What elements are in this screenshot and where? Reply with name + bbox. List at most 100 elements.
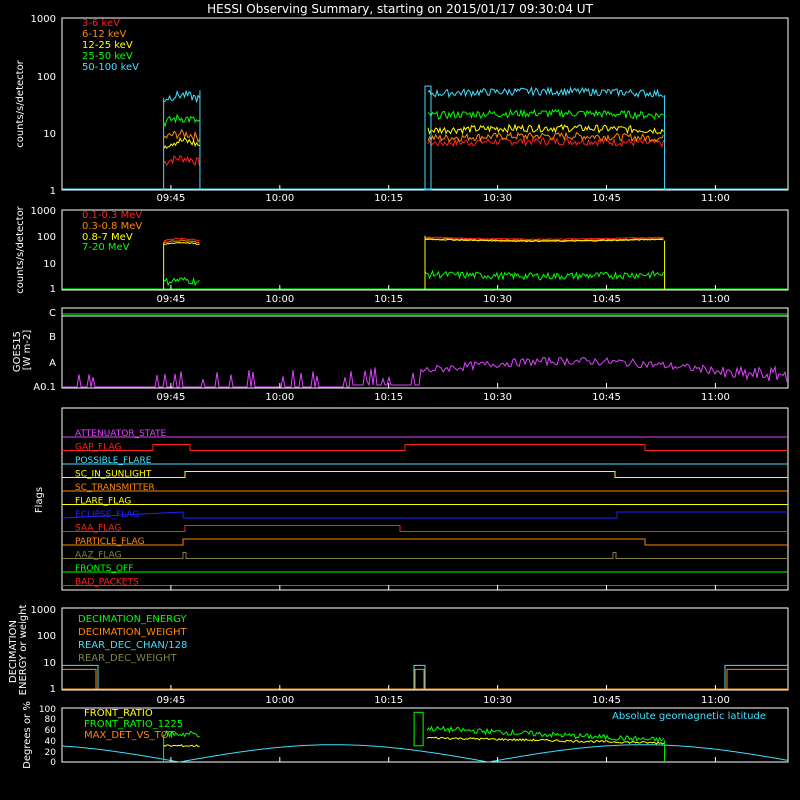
x-tick-label: 10:45 xyxy=(592,193,621,204)
x-tick-label: 10:30 xyxy=(483,294,512,305)
p2-series-3-seg1 xyxy=(163,276,200,287)
p1-xticks: 09:45 10:00 10:15 10:30 10:45 11:00 xyxy=(156,185,730,204)
p5-ylabel-line2: ENERGY or weight xyxy=(18,605,29,696)
p3-ylabel: GOES15 [W m-2] xyxy=(12,328,33,372)
x-tick-label: 10:15 xyxy=(374,193,403,204)
p5-ylabel: DECIMATION ENERGY or weight xyxy=(8,605,29,696)
x-tick-label: 11:00 xyxy=(701,392,730,403)
x-tick-label: 10:15 xyxy=(374,695,403,706)
flag-line-8 xyxy=(62,538,788,546)
p6-ytick-100: 100 xyxy=(39,705,56,715)
p2-ylabel: counts/s/detector xyxy=(15,205,26,293)
p1-ytick-1000: 1000 xyxy=(31,14,56,25)
panel-4-frame xyxy=(61,407,789,591)
p1-series-1-seg1 xyxy=(163,128,201,144)
x-tick-label: 10:00 xyxy=(265,193,294,204)
panel-3: C B A A0.1 GOES15 [W m-2] 09:45 10:00 10:1… xyxy=(12,307,789,403)
p6-legend-0: FRONT_RATIO xyxy=(84,708,153,719)
x-tick-label: 10:15 xyxy=(374,294,403,305)
p3-ytick-a01: A0.1 xyxy=(33,382,56,393)
x-tick-label: 09:45 xyxy=(156,392,185,403)
p1-series-3-seg1 xyxy=(163,113,200,128)
p6-ytick-20: 20 xyxy=(45,748,57,758)
p5-xticks: 09:45 10:00 10:15 10:30 10:45 11:00 xyxy=(156,685,730,706)
p6-ytick-0: 0 xyxy=(50,758,56,768)
p1-legend-3: 25-50 keV xyxy=(82,51,133,62)
p2-ytick-10: 10 xyxy=(43,259,56,270)
p3-ytick-c: C xyxy=(49,308,56,319)
hessi-summary-figure: HESSI Observing Summary, starting on 201… xyxy=(0,0,800,800)
p2-legend-3: 7-20 MeV xyxy=(82,242,130,253)
x-tick-label: 10:00 xyxy=(265,294,294,305)
x-tick-label: 10:45 xyxy=(592,294,621,305)
p5-step-a2 xyxy=(62,668,97,689)
p5-legend-2: REAR_DEC_CHAN/128 xyxy=(78,640,187,651)
p5-ytick-100: 100 xyxy=(37,631,56,642)
p5-legend-3: REAR_DEC_WEIGHT xyxy=(78,653,177,664)
p1-ylabel: counts/s/detector xyxy=(15,59,26,147)
x-tick-label: 10:45 xyxy=(592,392,621,403)
p1-ytick-10: 10 xyxy=(43,129,56,140)
x-tick-label: 10:15 xyxy=(374,392,403,403)
p5-step-c2 xyxy=(726,668,788,689)
p1-ytick-100: 100 xyxy=(37,72,56,83)
p6-xticks xyxy=(170,757,716,762)
p6-legend-1: FRONT_RATIO_1225 xyxy=(84,719,183,730)
flag-line-9 xyxy=(62,552,788,559)
flag-line-6 xyxy=(61,511,788,519)
p1-legend-4: 50-100 keV xyxy=(82,62,139,73)
x-tick-label: 09:45 xyxy=(156,695,185,706)
p5-step-b2 xyxy=(414,668,425,689)
x-tick-label: 10:00 xyxy=(265,392,294,403)
p4-ylabel: Flags xyxy=(34,487,45,513)
p6-annotation: Absolute geomagnetic latitude xyxy=(612,711,766,722)
panel-5: 1000 100 10 1 DECIMATION ENERGY or weigh… xyxy=(8,605,789,706)
p2-ytick-100: 100 xyxy=(37,232,56,243)
flag-line-7 xyxy=(62,525,788,532)
p5-ytick-10: 10 xyxy=(43,658,56,669)
p1-legend-0: 3-6 keV xyxy=(82,18,120,29)
p3-goes-series xyxy=(63,356,788,388)
p6-ylabel: Degrees or % xyxy=(22,701,33,769)
x-tick-label: 10:30 xyxy=(483,392,512,403)
p2-series-3-seg2 xyxy=(424,269,664,282)
p5-ytick-1: 1 xyxy=(50,684,56,695)
p2-ytick-1: 1 xyxy=(50,284,56,295)
p6-front-ratio-a xyxy=(163,744,200,748)
p5-legend-1: DECIMATION_WEIGHT xyxy=(78,627,187,638)
x-tick-label: 11:00 xyxy=(701,294,730,305)
panel-3-frame xyxy=(61,307,789,389)
p1-series-0-seg1 xyxy=(163,154,201,167)
p1-series-3-seg2 xyxy=(427,108,664,120)
p5-legend-0: DECIMATION_ENERGY xyxy=(78,614,187,625)
panel-3-series xyxy=(63,356,788,388)
p2-series-1-seg1 xyxy=(163,239,200,244)
p1-series-4-seg2 xyxy=(427,86,664,99)
flag-line-3 xyxy=(62,471,788,478)
panel-2-series xyxy=(62,235,788,290)
p6-spike xyxy=(413,711,424,747)
x-tick-label: 10:45 xyxy=(592,695,621,706)
p2-series-2-seg1 xyxy=(163,241,200,246)
x-tick-label: 10:00 xyxy=(265,695,294,706)
p3-xticks: 09:45 10:00 10:15 10:30 10:45 11:00 xyxy=(156,383,730,403)
p1-series-4-seg1 xyxy=(163,89,201,103)
p1-ytick-1: 1 xyxy=(50,186,56,197)
x-tick-label: 10:30 xyxy=(483,193,512,204)
x-tick-label: 09:45 xyxy=(156,193,185,204)
p2-ytick-1000: 1000 xyxy=(31,206,56,217)
p5-ytick-1000: 1000 xyxy=(31,605,56,616)
p3-ylabel-line2: [W m-2] xyxy=(22,330,33,371)
p6-legend-2: MAX_DET_VS_TOT xyxy=(84,730,176,741)
p1-legend-2: 12-25 keV xyxy=(82,40,133,51)
p6-ytick-40: 40 xyxy=(45,737,57,747)
panel-1: 1000 100 10 1 counts/s/detector 3-6 keV … xyxy=(15,14,789,204)
plot-canvas: 1000 100 10 1 counts/s/detector 3-6 keV … xyxy=(8,14,789,769)
panel-4-flag-lines: ATTENUATOR_STATEGAP_FLAGPOSSIBLE_FLARESC… xyxy=(61,429,788,588)
p6-ytick-80: 80 xyxy=(45,715,57,725)
p2-legend-0: 0.1-0.3 MeV xyxy=(82,210,142,221)
x-tick-label: 09:45 xyxy=(156,294,185,305)
flag-line-1 xyxy=(62,444,788,451)
p1-series-0-seg2 xyxy=(427,135,664,149)
p1-series-2-seg2 xyxy=(427,123,664,135)
